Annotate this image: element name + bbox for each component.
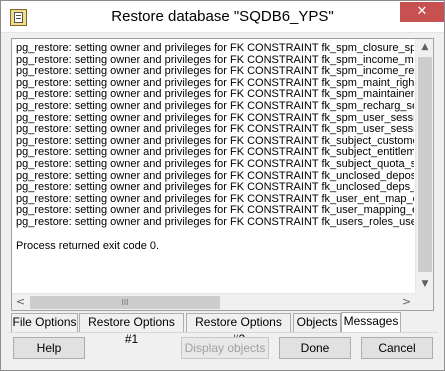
tab-divider [9,332,438,333]
log-content: pg_restore: setting owner and privileges… [12,39,414,293]
scroll-up-icon[interactable]: ▲ [416,39,433,56]
horizontal-scrollbar[interactable]: < III > [12,293,415,310]
vertical-scroll-thumb[interactable] [418,57,432,272]
dialog-title: Restore database "SQDB6_YPS" [111,8,334,25]
horizontal-scroll-thumb[interactable]: III [30,296,220,309]
messages-log[interactable]: pg_restore: setting owner and privileges… [11,38,434,311]
title-bar[interactable]: Restore database "SQDB6_YPS" ✕ [1,1,444,33]
log-line: pg_restore: setting owner and privileges… [16,123,414,136]
scroll-left-icon[interactable]: < [12,294,29,310]
tab-strip: File Options Restore Options #1 Restore … [11,312,436,346]
tab-restore-options-2[interactable]: Restore Options #2 [186,313,291,346]
scroll-down-icon[interactable]: ▼ [416,276,433,293]
log-line: pg_restore: setting owner and privileges… [16,181,414,194]
tab-restore-options-1[interactable]: Restore Options #1 [79,313,184,346]
done-button[interactable]: Done [279,337,351,359]
close-button[interactable]: ✕ [400,2,444,22]
tab-messages[interactable]: Messages [341,312,401,333]
scrollbar-corner [415,293,433,310]
log-line: pg_restore: setting owner and privileges… [16,215,414,228]
exit-code-message: Process returned exit code 0. [16,239,160,252]
cancel-button[interactable]: Cancel [361,337,433,359]
tab-file-options[interactable]: File Options [11,313,78,332]
scroll-right-icon[interactable]: > [398,294,415,310]
display-objects-button[interactable]: Display objects [181,337,269,359]
log-line: pg_restore: setting owner and privileges… [16,42,414,54]
restore-dialog: Restore database "SQDB6_YPS" ✕ pg_restor… [0,0,445,371]
log-line: pg_restore: setting owner and privileges… [16,157,414,170]
tab-objects[interactable]: Objects [293,313,341,332]
help-button[interactable]: Help [13,337,85,359]
vertical-scrollbar[interactable]: ▲ ▼ [415,39,433,293]
log-line: pg_restore: setting owner and privileges… [16,99,414,112]
